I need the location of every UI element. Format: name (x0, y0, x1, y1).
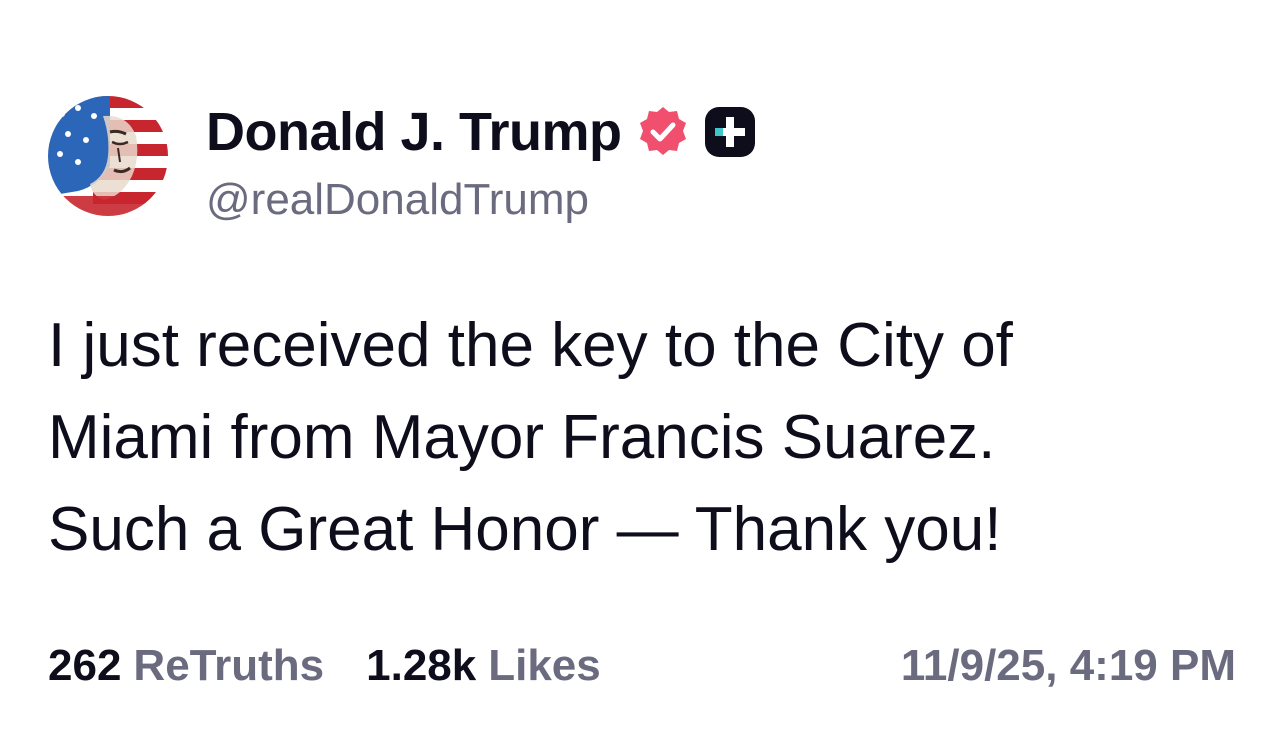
author-display-name[interactable]: Donald J. Trump (206, 102, 622, 162)
avatar-image (48, 96, 168, 216)
avatar[interactable] (48, 96, 168, 216)
likes-count: 1.28k (366, 641, 477, 690)
retruths-count: 262 (48, 641, 122, 690)
retruths-stat[interactable]: 262 ReTruths (48, 641, 324, 691)
retruths-label: ReTruths (133, 641, 325, 690)
post-text: I just received the key to the City of M… (48, 311, 1013, 564)
author-identity: Donald J. Trump @realDonaldTrump (206, 102, 756, 226)
name-row: Donald J. Trump (206, 102, 756, 162)
verified-icon (636, 105, 690, 159)
author-handle[interactable]: @realDonaldTrump (206, 174, 756, 226)
post-footer: 262 ReTruths 1.28k Likes 11/9/25, 4:19 P… (48, 636, 1236, 696)
likes-label: Likes (488, 641, 601, 690)
likes-stat[interactable]: 1.28k Likes (366, 641, 601, 691)
post-timestamp[interactable]: 11/9/25, 4:19 PM (901, 641, 1236, 691)
truth-plus-icon (704, 106, 756, 158)
post-header: Donald J. Trump @realDonaldTrump (48, 96, 756, 226)
